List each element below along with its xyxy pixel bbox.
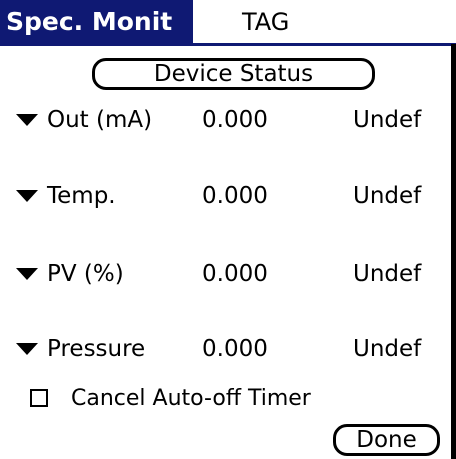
row-label-pressure[interactable]: Pressure [47,333,145,365]
row-status-pressure: Undef [353,336,422,362]
measurement-row-temp: Temp. 0.000 Undef [16,180,446,212]
measurement-row-out: Out (mA) 0.000 Undef [16,104,446,136]
title-divider [0,43,456,46]
cancel-auto-off-timer-label: Cancel Auto-off Timer [71,386,311,411]
row-value-temp: 0.000 [202,183,268,209]
row-label-out[interactable]: Out (mA) [47,104,152,136]
title-tab[interactable]: Spec. Monit [0,0,193,44]
dropdown-arrow-icon[interactable] [16,114,38,126]
row-value-out: 0.000 [202,107,268,133]
device-status-button[interactable]: Device Status [92,58,375,90]
done-button[interactable]: Done [333,424,440,456]
tag-label: TAG [242,8,290,36]
row-value-pv: 0.000 [202,261,268,287]
spec-monit-screen: Spec. Monit TAG Device Status Out (mA) 0… [0,0,456,459]
right-border [451,44,456,459]
title-bar: Spec. Monit TAG [0,0,456,46]
measurement-row-pressure: Pressure 0.000 Undef [16,333,446,365]
row-label-temp[interactable]: Temp. [47,180,116,212]
row-label-pv[interactable]: PV (%) [47,258,124,290]
row-value-pressure: 0.000 [202,336,268,362]
dropdown-arrow-icon[interactable] [16,190,38,202]
dropdown-arrow-icon[interactable] [16,343,38,355]
dropdown-arrow-icon[interactable] [16,268,38,280]
cancel-auto-off-timer-checkbox[interactable]: Cancel Auto-off Timer [30,384,350,414]
checkbox-unchecked-icon[interactable] [30,389,48,407]
row-status-pv: Undef [353,261,422,287]
measurement-row-pv: PV (%) 0.000 Undef [16,258,446,290]
row-status-temp: Undef [353,183,422,209]
row-status-out: Undef [353,107,422,133]
